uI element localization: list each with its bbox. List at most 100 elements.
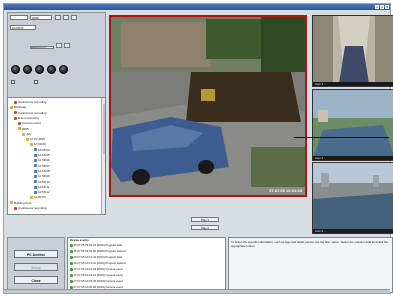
tree-item-label: 10:58:11 <box>38 184 50 189</box>
river-image <box>313 90 393 158</box>
tree-item[interactable]: 11:00:00 <box>30 195 45 199</box>
tree-item[interactable]: Camera event <box>18 121 41 125</box>
tree-item-label: Building front <box>14 200 32 205</box>
field-1[interactable] <box>10 15 28 20</box>
option-button-2[interactable] <box>64 43 70 48</box>
log-row-text: 26.07.05 09:44:50 [0002] Program started <box>73 249 126 253</box>
maximize-button[interactable]: □ <box>380 5 384 9</box>
log-row[interactable]: 26.07.05 10:13:01 [0002] Program started <box>70 261 125 265</box>
camera-icon <box>34 169 37 173</box>
camera-icon <box>34 190 37 194</box>
camera-icon <box>34 148 37 152</box>
tree-item[interactable]: 10:58:07 <box>34 164 50 168</box>
tree-item[interactable]: July <box>22 132 31 136</box>
pause-knob[interactable] <box>35 65 44 74</box>
setup-button[interactable]: Setup <box>14 263 58 271</box>
tree-item[interactable]: 10:58:06 <box>34 158 50 162</box>
tree-scroll-thumb[interactable] <box>102 104 105 154</box>
tree-item-label: 10:58:06 <box>38 158 50 163</box>
log-row-text: 27.07.05 10:25:40 [0003] Camera event <box>73 279 123 283</box>
tree-item[interactable]: 10:58:04 <box>34 148 50 152</box>
minimize-button[interactable]: – <box>375 5 379 9</box>
pointer-line <box>294 137 389 138</box>
tree-item[interactable]: 2005 <box>18 127 29 131</box>
log-row[interactable]: 26.07.05 09:44:23 [0002] Program start <box>70 243 122 247</box>
side-video-1[interactable]: Cam 1 ... <box>312 15 393 87</box>
play-2-button[interactable]: Play 2 <box>191 225 219 230</box>
status-dot-icon <box>70 244 73 247</box>
tree-item-label: Event recording <box>18 115 40 120</box>
folder-icon <box>30 196 33 200</box>
record-icon <box>14 116 17 120</box>
log-row[interactable]: 26.07.05 10:12:44 [0002] Program start <box>70 255 122 259</box>
status-bar <box>4 289 390 293</box>
tree-item-label: Brickway <box>14 105 27 110</box>
tree-item[interactable]: 10:00:00 <box>30 142 46 146</box>
pc-archive-button[interactable]: PC Archive <box>14 250 58 258</box>
folder-icon <box>10 201 13 205</box>
tree-item[interactable]: 10:58:08 <box>34 169 50 173</box>
play-forward-knob[interactable] <box>59 65 68 74</box>
tree-item[interactable]: 10:58:11 <box>34 185 49 189</box>
tree-item[interactable]: Continuous recording <box>14 100 47 104</box>
play-rewind-knob[interactable] <box>11 65 20 74</box>
record-icon <box>18 121 21 125</box>
side-video-2[interactable]: Cam 2 ... <box>312 89 393 161</box>
date-picker-button[interactable] <box>55 15 61 20</box>
log-row-text: 26.07.05 10:13:01 [0002] Program started <box>73 261 126 265</box>
prev-button[interactable] <box>63 15 69 20</box>
step-back-knob[interactable] <box>23 65 32 74</box>
next-button[interactable] <box>71 15 77 20</box>
tree-item-label: Continuous recording <box>18 206 47 210</box>
side-video-3-caption: Cam 3 ... <box>313 229 393 233</box>
tree-item[interactable]: 10:58:12 <box>34 190 50 194</box>
title-bar: – □ × <box>4 4 390 10</box>
log-row[interactable]: 26.07.05 09:44:50 [0002] Program started <box>70 249 125 253</box>
tree-item-label: Continuous recording <box>18 110 47 115</box>
tree-item[interactable]: 27.07.2005 <box>26 137 45 141</box>
tree-item-label: 10:58:05 <box>38 153 50 157</box>
close-window-button[interactable]: × <box>385 5 389 9</box>
status-dot-icon <box>70 268 73 271</box>
tree-item[interactable]: Brickway <box>10 105 26 109</box>
log-row[interactable]: 27.07.05 10:21:03 [0003] Camera event <box>70 267 123 271</box>
tree-item-label: 11:00:00 <box>34 195 46 200</box>
step-forward-knob[interactable] <box>47 65 56 74</box>
main-video-view[interactable]: 27.07.05 10:21:03 <box>109 15 307 197</box>
log-row-text: 27.07.05 10:21:03 [0003] Camera event <box>73 267 123 271</box>
play-button[interactable]: Play 1 <box>191 217 219 222</box>
corridor-image <box>313 16 393 84</box>
option-checkbox-1[interactable] <box>11 80 15 84</box>
archive-tree: Continuous recording Brickway Continuous r… <box>7 97 106 215</box>
log-row-text: 26.07.05 10:12:44 [0002] Program start <box>73 255 123 259</box>
log-row[interactable]: 27.07.05 10:22:14 [0003] Camera event <box>70 273 123 277</box>
tree-item-label: Continuous recording <box>18 100 47 104</box>
record-icon <box>14 100 17 104</box>
record-icon <box>14 111 17 115</box>
tree-item[interactable]: 10:58:09 <box>34 174 50 178</box>
option-button-1[interactable] <box>56 43 62 48</box>
time-field[interactable]: 10:58:05 <box>10 25 36 30</box>
folder-icon <box>10 106 13 109</box>
archive-panel: PC Archive Setup Close <box>7 237 65 293</box>
camera-icon <box>34 185 37 189</box>
tree-item[interactable]: Building front <box>10 201 32 205</box>
tree-item-label: 2005 <box>22 126 29 131</box>
option-checkbox-2[interactable] <box>34 80 38 84</box>
tree-item[interactable]: 10:58:10 <box>34 180 50 184</box>
year-field[interactable]: 2005 <box>30 15 52 20</box>
speed-slider[interactable] <box>30 46 54 49</box>
close-button[interactable]: Close <box>14 276 58 284</box>
tree-item-label: 10:58:09 <box>38 174 50 179</box>
log-row[interactable]: 27.07.05 10:25:40 [0003] Camera event <box>70 279 123 283</box>
folder-icon <box>30 143 33 147</box>
tree-item[interactable]: Event recording <box>14 116 39 120</box>
tree-item-label: July <box>26 131 32 136</box>
tree-item[interactable]: Continuous recording <box>14 206 47 210</box>
tree-item[interactable]: Continuous recording <box>14 111 47 115</box>
tree-item-label: 10:00:00 <box>34 142 46 147</box>
camera-icon <box>34 174 37 178</box>
tree-item[interactable]: 10:58:05 <box>34 153 50 157</box>
tree-scrollbar[interactable] <box>101 98 105 214</box>
side-video-3[interactable]: Cam 3 ... <box>312 162 393 234</box>
